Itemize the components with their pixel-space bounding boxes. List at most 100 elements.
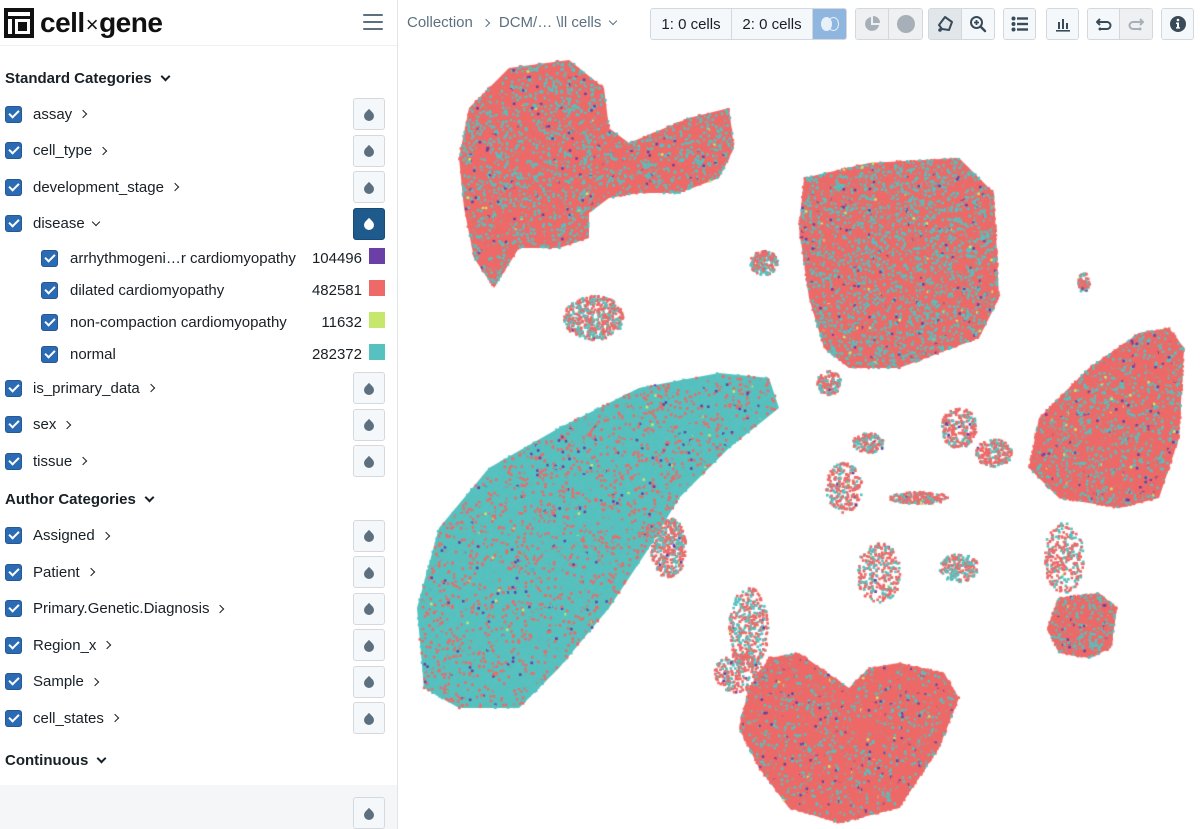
color-by-button[interactable] (353, 592, 385, 625)
color-by-button[interactable] (353, 134, 385, 167)
category-label[interactable]: disease (33, 215, 100, 232)
color-by-continuous-button[interactable] (353, 797, 385, 829)
chevron-right-icon (98, 146, 108, 155)
lasso-mode-button[interactable] (929, 9, 962, 39)
reset-subset-button[interactable] (889, 9, 922, 39)
category-label[interactable]: sex (33, 416, 72, 433)
value-count: 282372 (311, 345, 362, 363)
category-checkbox[interactable] (5, 709, 22, 727)
category-name: Primary.Genetic.Diagnosis (33, 600, 210, 618)
category-label[interactable]: Sample (33, 673, 100, 690)
cellset-1-button[interactable]: 1: 0 cells (651, 9, 732, 39)
category-label[interactable]: cell_states (33, 710, 120, 727)
category-label[interactable]: assay (33, 105, 88, 123)
category-checkbox[interactable] (5, 452, 22, 470)
chevron-down-icon[interactable] (609, 16, 618, 25)
category-label[interactable]: Assigned (33, 527, 110, 545)
category-checkbox[interactable] (5, 527, 22, 545)
color-by-button[interactable] (353, 372, 385, 404)
category-checkbox[interactable] (5, 178, 22, 196)
breadcrumb-collection[interactable]: Collection (407, 14, 473, 31)
category-checkbox[interactable] (5, 673, 22, 691)
value-label[interactable]: non-compaction cardiomyopathy (70, 314, 287, 331)
value-checkbox[interactable] (41, 249, 58, 267)
list-icon (1011, 16, 1028, 32)
category-name: Assigned (33, 527, 95, 545)
mode-group (928, 8, 995, 40)
embedding-canvas[interactable] (399, 48, 1200, 829)
info-button[interactable] (1162, 9, 1193, 39)
redo-button[interactable] (1120, 9, 1152, 39)
value-checkbox[interactable] (41, 281, 58, 299)
color-drop-icon (361, 181, 377, 196)
redo-icon (1128, 18, 1144, 31)
category-row: disease (0, 206, 397, 243)
subset-button[interactable] (856, 9, 889, 39)
chevron-down-icon (144, 492, 155, 503)
category-row: development_stage (0, 169, 397, 206)
value-label[interactable]: arrhythmogeni…r cardiomyopathy (70, 250, 296, 267)
color-by-button[interactable] (353, 519, 385, 552)
category-row: Region_x (0, 627, 397, 664)
cellset-2-button[interactable]: 2: 0 cells (732, 9, 813, 39)
category-label[interactable]: Patient (33, 564, 95, 581)
differential-expression-button[interactable] (813, 9, 846, 39)
color-by-button[interactable] (353, 408, 385, 441)
color-drop-icon (361, 418, 377, 434)
color-drop-icon (361, 108, 377, 123)
chevron-right-icon (170, 183, 180, 192)
standard-categories-header[interactable]: Standard Categories (0, 60, 397, 96)
category-checkbox[interactable] (5, 636, 22, 654)
zoom-mode-button[interactable] (962, 9, 994, 39)
category-label[interactable]: Primary.Genetic.Diagnosis (33, 600, 225, 618)
value-color-swatch (369, 344, 385, 360)
category-label[interactable]: is_primary_data (33, 380, 155, 397)
category-checkbox[interactable] (5, 142, 22, 160)
category-label[interactable]: Region_x (33, 637, 112, 654)
cellset-group: 1: 0 cells 2: 0 cells (650, 8, 847, 40)
chevron-down-icon (91, 217, 100, 226)
cellxgene-logo-icon (4, 7, 34, 38)
category-value-row: non-compaction cardiomyopathy 11632 (0, 306, 397, 338)
color-drop-icon (361, 382, 377, 397)
category-checkbox[interactable] (5, 215, 22, 233)
category-row: Primary.Genetic.Diagnosis (0, 591, 397, 628)
color-by-button[interactable] (353, 207, 385, 240)
category-checkbox[interactable] (5, 600, 22, 618)
category-row: Sample (0, 664, 397, 701)
color-by-button[interactable] (353, 665, 385, 698)
value-checkbox[interactable] (41, 313, 58, 331)
author-categories-header[interactable]: Author Categories (0, 482, 397, 518)
value-label[interactable]: normal (70, 346, 116, 363)
value-label[interactable]: dilated cardiomyopathy (70, 282, 224, 299)
venn-diagram-icon (820, 17, 839, 31)
app-title-x: × (85, 11, 99, 37)
continuous-header[interactable]: Continuous (0, 743, 397, 779)
value-checkbox[interactable] (41, 345, 58, 363)
value-color-swatch (369, 280, 385, 296)
category-label[interactable]: cell_type (33, 142, 108, 159)
undo-button[interactable] (1088, 9, 1120, 39)
hamburger-menu-icon[interactable] (363, 14, 383, 32)
category-checkbox[interactable] (5, 379, 22, 397)
chevron-right-icon (481, 18, 491, 27)
embedding-scatterplot[interactable] (399, 48, 1200, 829)
category-label[interactable]: development_stage (33, 179, 180, 196)
category-checkbox[interactable] (5, 416, 22, 434)
categories-toggle-group (1003, 8, 1036, 40)
color-by-button[interactable] (353, 171, 385, 203)
color-by-button[interactable] (353, 702, 385, 734)
toggle-categories-button[interactable] (1004, 9, 1035, 39)
breadcrumb-dataset[interactable]: DCM/… \ll cells (499, 14, 602, 31)
toggle-histograms-button[interactable] (1047, 9, 1078, 39)
color-by-button[interactable] (353, 445, 385, 477)
category-name: assay (33, 105, 73, 123)
category-checkbox[interactable] (5, 563, 22, 581)
color-by-button[interactable] (353, 98, 385, 130)
category-label[interactable]: tissue (33, 453, 88, 470)
chevron-right-icon (146, 384, 155, 393)
logo-row: cell×gene (0, 0, 397, 46)
color-by-button[interactable] (353, 556, 385, 588)
color-by-button[interactable] (353, 629, 385, 661)
category-checkbox[interactable] (5, 105, 22, 123)
